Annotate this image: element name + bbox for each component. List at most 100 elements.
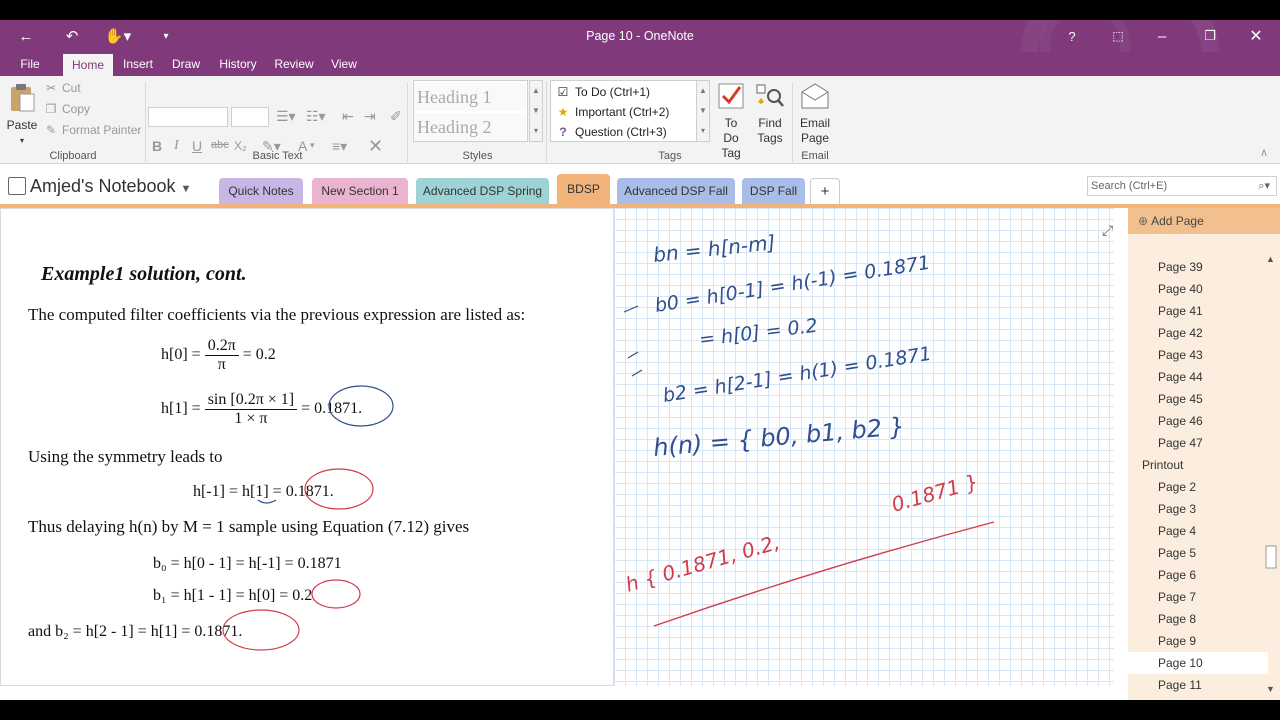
section-tab-advanced-dsp-fall[interactable]: Advanced DSP Fall bbox=[617, 178, 735, 204]
page-item[interactable]: Page 42 bbox=[1128, 322, 1268, 344]
scroll-thumb[interactable] bbox=[1265, 545, 1277, 569]
font-size-field[interactable] bbox=[231, 107, 269, 127]
page-item[interactable]: Page 44 bbox=[1128, 366, 1268, 388]
h0-denominator: π bbox=[217, 356, 226, 373]
page-canvas[interactable]: Example1 solution, cont. The computed fi… bbox=[0, 204, 1128, 700]
tab-history[interactable]: History bbox=[212, 52, 264, 76]
tab-home[interactable]: Home bbox=[63, 54, 113, 76]
page-item[interactable]: Page 9 bbox=[1128, 630, 1268, 652]
page-item[interactable]: Page 40 bbox=[1128, 278, 1268, 300]
bullets-icon[interactable]: ☰▾ bbox=[276, 108, 296, 125]
underline-button[interactable]: U bbox=[192, 138, 202, 154]
font-name-field[interactable] bbox=[148, 107, 228, 127]
h0-rhs: = 0.2 bbox=[242, 346, 276, 364]
section-tab-quick-notes[interactable]: Quick Notes bbox=[219, 178, 303, 204]
envelope-icon bbox=[801, 83, 829, 109]
page-item[interactable]: Page 7 bbox=[1128, 586, 1268, 608]
section-tab-new-section-1[interactable]: New Section 1 bbox=[312, 178, 408, 204]
expand-icon[interactable]: ⤢ bbox=[1102, 222, 1113, 239]
undo-icon[interactable]: ↶ bbox=[52, 20, 92, 52]
page-item[interactable]: Page 41 bbox=[1128, 300, 1268, 322]
restore-icon[interactable]: ❐ bbox=[1190, 20, 1230, 52]
add-section-button[interactable]: + bbox=[810, 178, 840, 204]
style-heading-2[interactable]: Heading 2 bbox=[414, 113, 526, 141]
page-item[interactable]: Page 4 bbox=[1128, 520, 1268, 542]
tag-important[interactable]: ★ Important (Ctrl+2) bbox=[555, 102, 670, 122]
ribbon-tabs: File Home Insert Draw History Review Vie… bbox=[0, 52, 1280, 76]
bold-button[interactable]: B bbox=[152, 138, 162, 154]
decrease-indent-icon[interactable]: ⇤ bbox=[342, 108, 354, 125]
section-tab-dsp-fall[interactable]: DSP Fall bbox=[742, 178, 805, 204]
page-item[interactable]: Page 45 bbox=[1128, 388, 1268, 410]
pasted-slide: Example1 solution, cont. The computed fi… bbox=[0, 208, 614, 686]
page-item[interactable]: Page 5 bbox=[1128, 542, 1268, 564]
star-icon: ★ bbox=[557, 105, 569, 119]
numbering-icon[interactable]: ☷▾ bbox=[306, 108, 326, 125]
page-item[interactable]: Page 46 bbox=[1128, 410, 1268, 432]
find-tags-button[interactable]: Find Tags bbox=[752, 82, 788, 146]
paste-button[interactable]: Paste ▾ bbox=[4, 82, 40, 148]
add-page-label: Add Page bbox=[1151, 214, 1204, 228]
ribbon-display-icon[interactable]: ⬚ bbox=[1098, 20, 1138, 52]
page-item[interactable]: Page 2 bbox=[1128, 476, 1268, 498]
minimize-icon[interactable]: – bbox=[1142, 20, 1182, 52]
add-page-button[interactable]: ⊕ Add Page bbox=[1128, 208, 1280, 234]
paste-dropdown-icon[interactable]: ▾ bbox=[4, 133, 40, 148]
page-item[interactable]: Page 39 bbox=[1128, 256, 1268, 278]
style-heading-1[interactable]: Heading 1 bbox=[414, 83, 526, 111]
find-tags-icon bbox=[756, 84, 784, 107]
tab-insert[interactable]: Insert bbox=[116, 52, 160, 76]
customize-toolbar-icon[interactable]: ▾ bbox=[146, 20, 186, 52]
clipboard-group-label: Clipboard bbox=[49, 150, 97, 162]
page-item[interactable]: Page 3 bbox=[1128, 498, 1268, 520]
page-item[interactable]: Page 43 bbox=[1128, 344, 1268, 366]
increase-indent-icon[interactable]: ⇥ bbox=[364, 108, 376, 125]
basic-text-group-label: Basic Text bbox=[252, 150, 303, 162]
email-page-button[interactable]: Email Page bbox=[796, 82, 834, 146]
tag-important-label: Important (Ctrl+2) bbox=[575, 105, 670, 119]
svg-text:▲: ▲ bbox=[1266, 254, 1275, 264]
tags-scroll[interactable]: ▲ ▼ ▾ bbox=[696, 80, 710, 142]
touch-mode-icon[interactable]: ✋▾ bbox=[98, 20, 138, 52]
back-icon[interactable]: ← bbox=[6, 20, 46, 52]
format-painter-button[interactable]: ✎ Format Painter bbox=[44, 123, 141, 137]
page-item[interactable]: Page 11 bbox=[1128, 674, 1268, 696]
slide-line-1: The computed filter coefficients via the… bbox=[28, 305, 526, 324]
notebook-icon bbox=[8, 177, 26, 195]
page-item[interactable]: Page 8 bbox=[1128, 608, 1268, 630]
section-tab-advanced-dsp-spring[interactable]: Advanced DSP Spring bbox=[416, 178, 549, 204]
help-button[interactable]: ? bbox=[1052, 20, 1092, 52]
slide-line-3: Thus delaying h(n) by M = 1 sample using… bbox=[28, 517, 470, 536]
page-item[interactable]: Page 47 bbox=[1128, 432, 1268, 454]
tab-review[interactable]: Review bbox=[268, 52, 320, 76]
styles-scroll[interactable]: ▲ ▼ ▾ bbox=[529, 80, 543, 142]
onenote-window: ← ↶ ✋▾ ▾ Page 10 - OneNote ? ⬚ – ❐ ✕ Fil… bbox=[0, 20, 1280, 700]
cut-button[interactable]: ✂ Cut bbox=[44, 81, 81, 95]
notebook-selector[interactable]: Amjed's Notebook ▼ bbox=[8, 176, 191, 197]
search-icon[interactable]: ⌕▾ bbox=[1258, 177, 1270, 195]
italic-button[interactable]: I bbox=[174, 138, 179, 154]
page-group-item[interactable]: Printout bbox=[1128, 454, 1268, 476]
todo-tag-button[interactable]: To Do Tag bbox=[712, 82, 750, 161]
section-tab-bdsp[interactable]: BDSP bbox=[557, 174, 610, 204]
tag-question[interactable]: ? Question (Ctrl+3) bbox=[555, 122, 667, 142]
h1-denominator: 1 × π bbox=[234, 410, 268, 427]
tab-draw[interactable]: Draw bbox=[164, 52, 208, 76]
tab-file[interactable]: File bbox=[10, 52, 50, 76]
copy-button[interactable]: ❐ Copy bbox=[44, 102, 90, 116]
delete-icon[interactable]: ✕ bbox=[368, 136, 383, 157]
tag-todo[interactable]: ☑ To Do (Ctrl+1) bbox=[555, 82, 650, 102]
question-icon: ? bbox=[559, 125, 567, 139]
close-icon[interactable]: ✕ bbox=[1236, 20, 1276, 52]
chevron-down-icon: ▼ bbox=[180, 183, 192, 195]
search-placeholder: Search (Ctrl+E) bbox=[1091, 180, 1168, 192]
tab-view[interactable]: View bbox=[324, 52, 364, 76]
page-item[interactable]: Page 6 bbox=[1128, 564, 1268, 586]
slide-title: Example1 solution, cont. bbox=[41, 263, 247, 285]
page-item[interactable]: Page 10 bbox=[1128, 652, 1268, 674]
tag-question-label: Question (Ctrl+3) bbox=[575, 125, 667, 139]
pages-scrollbar[interactable]: ▲ ▼ bbox=[1264, 252, 1278, 694]
search-input[interactable]: Search (Ctrl+E) ⌕▾ bbox=[1087, 176, 1277, 196]
clear-format-icon[interactable]: ✐ bbox=[390, 108, 402, 125]
collapse-ribbon-icon[interactable]: ∧ bbox=[1260, 146, 1268, 159]
